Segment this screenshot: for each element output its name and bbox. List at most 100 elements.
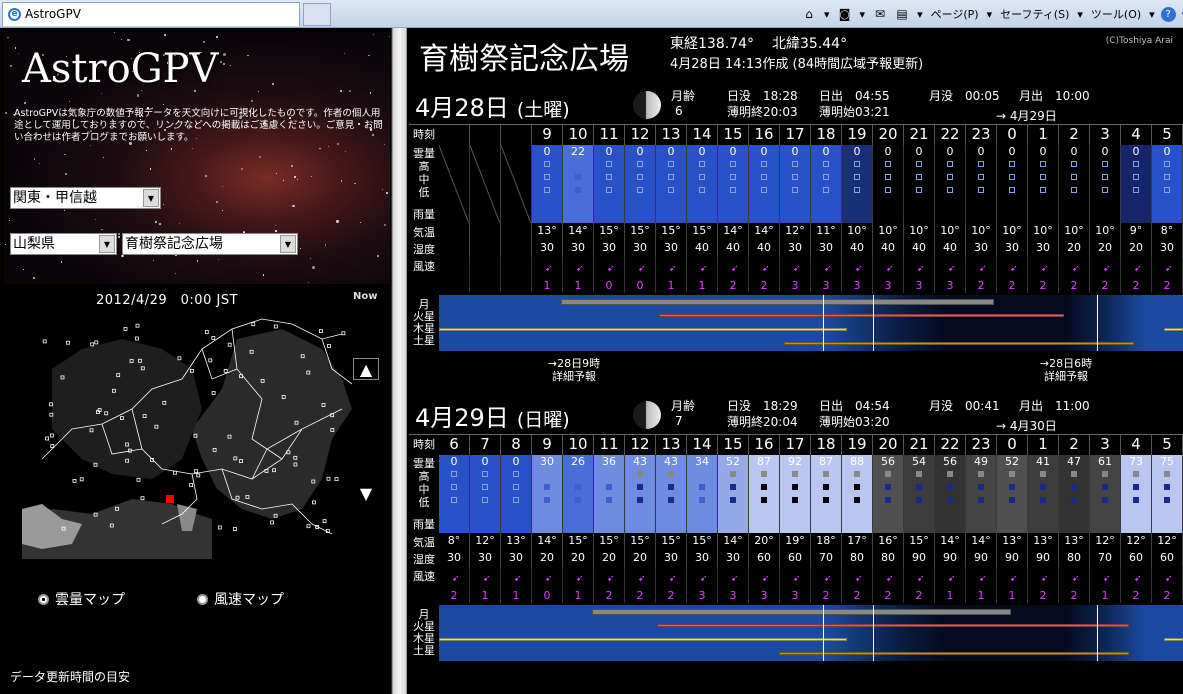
time-marker — [873, 295, 874, 351]
humidity-row-cell: 30 — [501, 550, 532, 567]
detail-forecast-link-left[interactable]: →28日9時 詳細予報 — [529, 357, 619, 383]
wind-cell: ➹ 2 — [1090, 257, 1121, 293]
wind-speed: 1 — [574, 279, 582, 292]
cloud-value: 56 — [943, 455, 957, 468]
detail-forecast-link-right[interactable]: →28日6時 詳細予報 — [1021, 357, 1111, 383]
planet-visibility — [439, 295, 1183, 351]
browser-chrome: e AstroGPV ⌂ ▾ ◙ ▾ ✉ ▤ ▾ ページ(P) ▾ セーフティ(S) ▾ ツ… — [0, 0, 1183, 28]
wind-arrow-icon: ➹ — [824, 574, 832, 584]
cloud-layer-marker — [637, 497, 643, 503]
temp-row-cell: 15° — [904, 533, 935, 550]
wind-cell: ➹ 1 — [563, 567, 594, 603]
new-tab-button[interactable] — [303, 3, 331, 26]
hour-cell: 12 — [625, 435, 656, 455]
wind-speed: 3 — [791, 589, 799, 602]
label-saturn: 土星 — [413, 644, 435, 657]
wind-cell: ➹ 2 — [966, 257, 997, 293]
cloud-row: 0 22 0 0 0 0 0 0 0 0 0 0 0 0 0 0 0 0 0 0 0 — [439, 145, 1183, 223]
next-day-link[interactable]: → 4月29日 — [996, 107, 1057, 124]
next-day-link[interactable]: → 4月30日 — [996, 417, 1057, 434]
wind-speed: 1 — [977, 589, 985, 602]
hour-cell: 18 — [811, 435, 842, 455]
cloud-layer-marker — [1164, 161, 1170, 167]
map-up-button[interactable]: ▲ — [353, 358, 379, 380]
cloud-layer-marker — [978, 187, 984, 193]
cloud-cell: 0 — [1028, 145, 1059, 223]
wind-speed: 0 — [543, 589, 551, 602]
temp-row-cell: 15° — [594, 533, 625, 550]
feed-icon[interactable]: ◙ — [836, 6, 854, 22]
mail-icon[interactable]: ✉ — [871, 6, 889, 22]
star — [247, 55, 249, 57]
cloud-value: 0 — [1101, 145, 1109, 158]
update-time-link[interactable]: データ更新時間の目安 — [10, 668, 130, 685]
star — [103, 157, 104, 158]
cloud-map[interactable] — [22, 309, 352, 559]
wind-speed: 3 — [760, 589, 768, 602]
star — [18, 52, 20, 54]
jupiter-bar — [1164, 328, 1183, 331]
cloud-layer-marker — [1040, 187, 1046, 193]
cloud-layer-marker — [854, 471, 860, 477]
wind-speed: 2 — [1070, 279, 1078, 292]
wind-arrow-icon: ➹ — [855, 264, 863, 274]
label-rain: 雨量 — [413, 208, 435, 221]
cloud-layer-marker — [978, 174, 984, 180]
tools-menu[interactable]: ツール(O) — [1089, 6, 1143, 22]
cloud-cell: 52 — [718, 455, 749, 533]
hour-cell: 4 — [1121, 125, 1152, 145]
temp-row-cell: 15° — [625, 533, 656, 550]
dawn-start: 薄明始03:20 — [819, 415, 890, 429]
humidity-row-cell — [439, 240, 470, 257]
wind-cell: ➹ 2 — [811, 567, 842, 603]
home-icon[interactable]: ⌂ — [800, 6, 818, 22]
help-icon[interactable]: ? — [1160, 6, 1176, 22]
wind-arrow-icon: ➹ — [1134, 574, 1142, 584]
label-wind: 風速 — [413, 260, 435, 273]
temp-row-cell: 11° — [811, 223, 842, 240]
wind-map-radio[interactable]: 風速マップ — [197, 589, 284, 609]
cloud-value: 88 — [850, 455, 864, 468]
label-hour: 時刻 — [413, 438, 435, 451]
site-select[interactable]: 育樹祭記念広場 ▼ — [122, 233, 298, 255]
cloud-layer-marker — [730, 187, 736, 193]
wind-arrow-icon: ➹ — [731, 264, 739, 274]
time-marker — [1097, 295, 1098, 351]
safety-menu[interactable]: セーフティ(S) — [998, 6, 1071, 22]
wind-speed: 3 — [915, 279, 923, 292]
star — [4, 111, 8, 115]
prefecture-select[interactable]: 山梨県 ▼ — [10, 233, 117, 255]
browser-tab[interactable]: e AstroGPV — [2, 2, 300, 26]
cloud-cell: 34 — [687, 455, 718, 533]
star — [222, 63, 225, 65]
print-icon[interactable]: ▤ — [893, 6, 911, 22]
temp-row-cell — [470, 223, 501, 240]
cloud-map-radio[interactable]: 雲量マップ — [38, 589, 125, 609]
wind-arrow-icon: ➹ — [700, 264, 708, 274]
cloud-layer-marker — [1040, 471, 1046, 477]
cloud-layer-marker — [1133, 484, 1139, 490]
star — [324, 244, 327, 247]
time-marker — [873, 605, 874, 661]
humidity-row-cell: 20 — [1121, 240, 1152, 257]
cloud-layer-marker — [1164, 174, 1170, 180]
cloud-cell: 0 — [470, 455, 501, 533]
wind-arrow-icon: ➹ — [638, 574, 646, 584]
hour-cell: 1 — [1028, 125, 1059, 145]
cloud-layer-marker — [947, 497, 953, 503]
hour-cell: 9 — [532, 435, 563, 455]
star — [222, 185, 224, 188]
map-down-button[interactable]: ▼ — [353, 483, 379, 505]
page-menu[interactable]: ページ(P) — [929, 6, 981, 22]
command-bar: ⌂▾ ◙▾ ✉ ▤▾ ページ(P)▾ セーフティ(S)▾ ツール(O)▾ ?▾ … — [800, 0, 1183, 28]
label-low: 低 — [418, 186, 430, 199]
map-now-button[interactable]: Now — [353, 291, 377, 302]
cloud-layer-marker — [544, 187, 550, 193]
wind-arrow-icon: ➹ — [948, 264, 956, 274]
frame-splitter[interactable] — [392, 28, 407, 694]
humidity-row-cell: 30 — [656, 240, 687, 257]
cloud-value: 0 — [853, 145, 861, 158]
wind-cell: ➹ 1 — [687, 257, 718, 293]
region-select[interactable]: 関東・甲信越 ▼ — [10, 187, 161, 209]
moon-age: 月齢 6 — [671, 89, 695, 119]
